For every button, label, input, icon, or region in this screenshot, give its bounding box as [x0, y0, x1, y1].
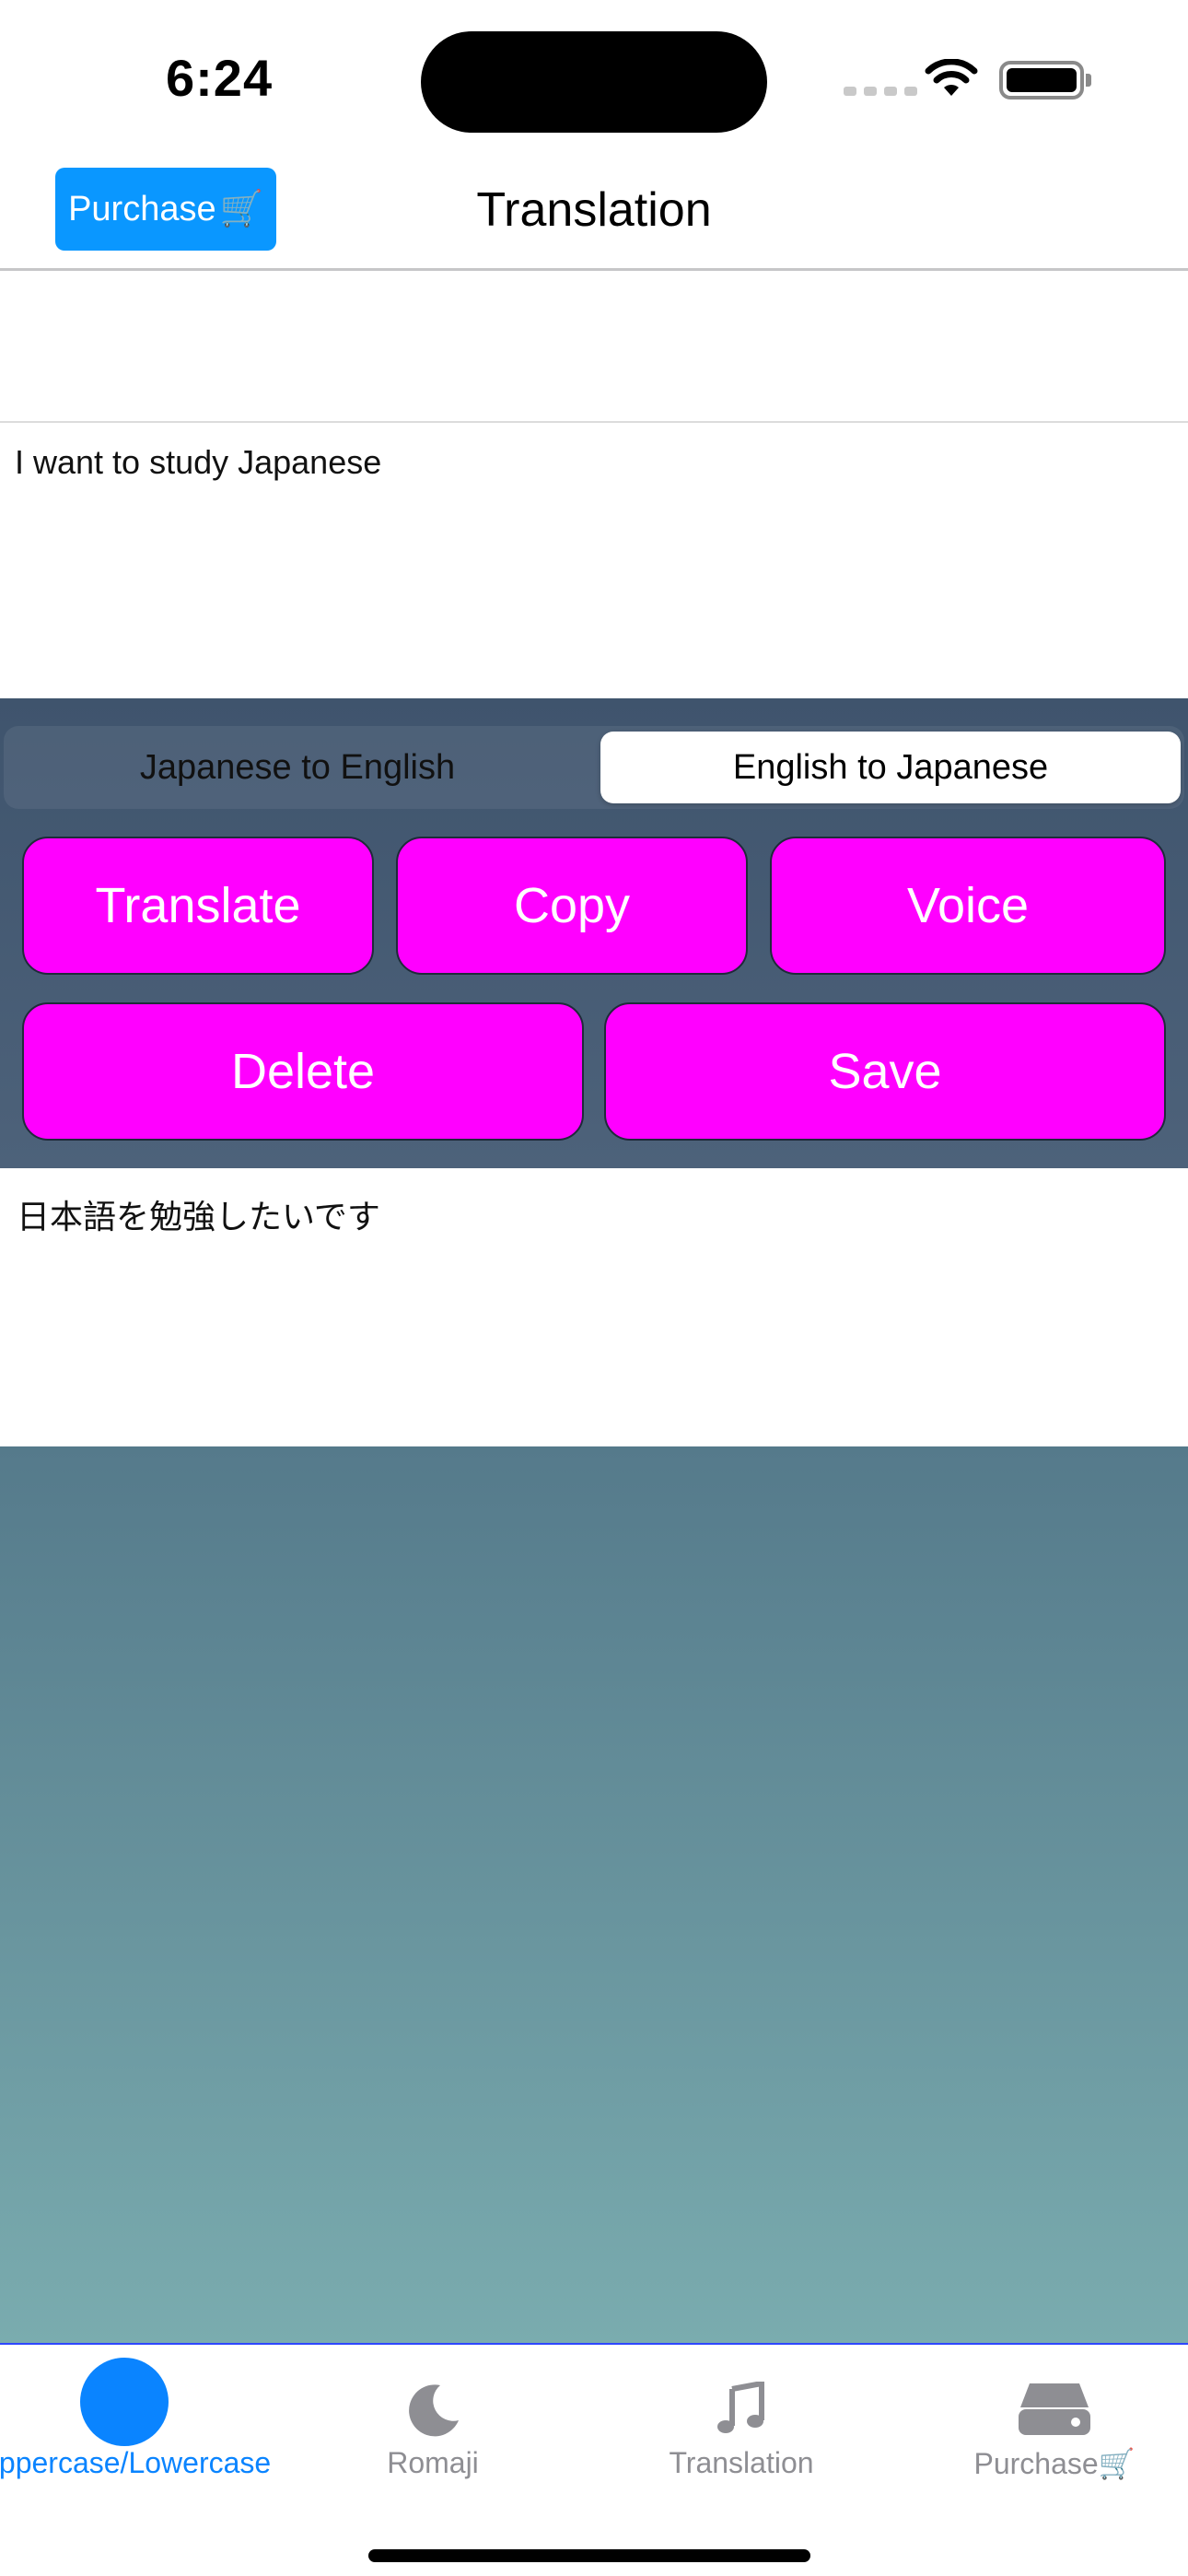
status-time: 6:24	[166, 49, 274, 107]
music-note-icon	[717, 2382, 764, 2433]
battery-icon	[999, 61, 1091, 100]
tab-label: Translation	[669, 2446, 814, 2479]
tab-label: Romaji	[387, 2446, 479, 2479]
page-title: Translation	[476, 183, 712, 237]
tab-romaji[interactable]: Romaji	[332, 2345, 534, 2492]
tab-label: Uppercase/Lowercase	[0, 2446, 272, 2479]
delete-button[interactable]: Delete	[22, 1002, 584, 1141]
translated-text-area[interactable]: 日本語を勉強したいです	[0, 1168, 1188, 1446]
home-indicator	[368, 2549, 810, 2562]
wifi-icon	[925, 59, 978, 96]
tab-label: Purchase🛒	[973, 2447, 1136, 2480]
segment-english-to-japanese[interactable]: English to Japanese	[600, 732, 1181, 803]
copy-button[interactable]: Copy	[396, 837, 748, 975]
direction-segmented-control[interactable]: Japanese to English English to Japanese	[4, 726, 1184, 809]
tab-translation[interactable]: Translation	[645, 2345, 838, 2492]
tab-bar: Uppercase/Lowercase Romaji Translation P…	[0, 2345, 1188, 2576]
translated-text[interactable]: 日本語を勉強したいです	[17, 1190, 380, 1238]
voice-button[interactable]: Voice	[770, 837, 1166, 975]
source-text[interactable]: I want to study Japanese	[15, 443, 381, 482]
status-bar: 6:24	[0, 0, 1188, 157]
control-panel: Japanese to English English to Japanese …	[0, 698, 1188, 1168]
segment-japanese-to-english[interactable]: Japanese to English	[11, 732, 584, 803]
source-text-area[interactable]: I want to study Japanese	[0, 274, 1188, 697]
drive-icon	[1019, 2383, 1090, 2435]
translate-button[interactable]: Translate	[22, 837, 374, 975]
circle-icon	[80, 2358, 169, 2446]
moon-icon	[409, 2384, 459, 2437]
cellular-signal-icon	[844, 87, 917, 96]
save-button[interactable]: Save	[604, 1002, 1166, 1141]
tab-purchase[interactable]: Purchase🛒	[953, 2345, 1156, 2492]
tab-uppercase-lowercase[interactable]: Uppercase/Lowercase	[0, 2345, 276, 2492]
navigation-bar: Purchase 🛒 Translation	[0, 157, 1188, 271]
dynamic-island	[421, 31, 767, 133]
background-panel	[0, 1446, 1188, 2345]
divider	[0, 421, 1188, 423]
